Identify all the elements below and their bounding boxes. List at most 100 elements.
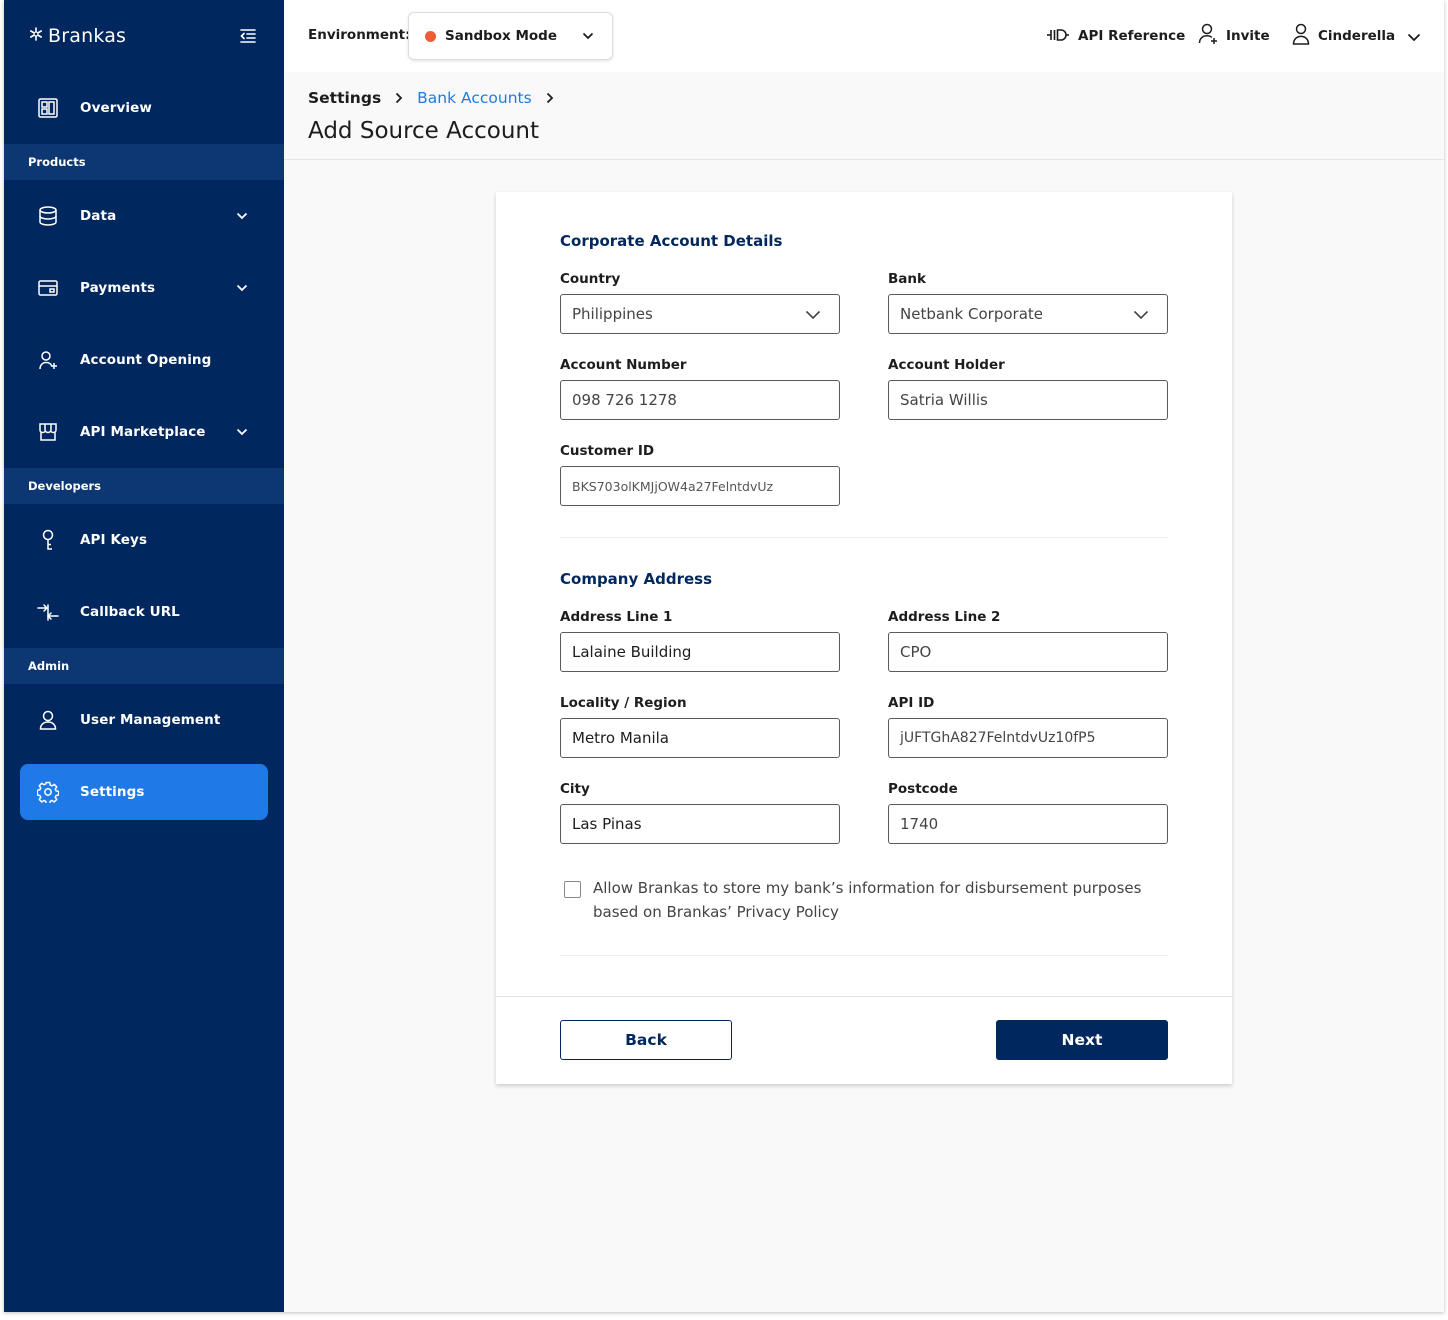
database-icon (36, 204, 60, 228)
chevron-down-icon (230, 204, 254, 228)
gear-icon (36, 780, 60, 804)
dashboard-icon (36, 96, 60, 120)
chevron-right-icon (389, 88, 409, 108)
sidebar-item-label: Overview (80, 100, 152, 116)
callback-arrows-icon (36, 600, 60, 624)
api-id-label: API ID (888, 695, 935, 711)
sidebar-item-label: Payments (80, 280, 156, 296)
storefront-icon (36, 420, 60, 444)
bank-label: Bank (888, 271, 926, 287)
footer-divider (496, 996, 1232, 997)
consent-row: Allow Brankas to store my bank’s informa… (560, 879, 1168, 924)
customer-id-field[interactable]: BKS703olKMJjOW4a27FelntdvUz (560, 466, 840, 506)
form-end-divider (560, 955, 1168, 956)
sidebar-item-label: API Marketplace (80, 424, 206, 440)
section-header-developers: Developers (4, 468, 284, 504)
country-select[interactable]: Philippines (560, 294, 840, 334)
breadcrumb-bank-accounts[interactable]: Bank Accounts (417, 89, 532, 107)
user-icon (36, 708, 60, 732)
chevron-down-icon (803, 305, 823, 325)
invite-link[interactable]: Invite (1198, 23, 1270, 49)
sidebar-item-callback-url[interactable]: Callback URL (20, 584, 268, 640)
sidebar-item-data[interactable]: Data (20, 188, 268, 244)
collapse-sidebar-button[interactable] (236, 24, 260, 48)
country-value: Philippines (572, 305, 653, 323)
sidebar-item-label: Data (80, 208, 117, 224)
sidebar-item-user-management[interactable]: User Management (20, 692, 268, 748)
api-reference-link[interactable]: API Reference (1046, 24, 1185, 48)
sidebar: Brankas Overview Products Data Payments … (4, 0, 284, 1312)
bank-select[interactable]: Netbank Corporate (888, 294, 1168, 334)
postcode-field[interactable]: 1740 (888, 804, 1168, 844)
add-user-icon (36, 348, 60, 372)
city-field[interactable]: Las Pinas (560, 804, 840, 844)
chevron-down-icon (1131, 305, 1151, 325)
sidebar-item-label: Callback URL (80, 604, 180, 620)
chevron-down-icon (1407, 27, 1421, 46)
api-id-field[interactable]: jUFTGhA827FelntdvUz10fP5 (888, 718, 1168, 758)
address-line-1-field[interactable]: Lalaine Building (560, 632, 840, 672)
sidebar-item-api-marketplace[interactable]: API Marketplace (20, 404, 268, 460)
consent-text: Allow Brankas to store my bank’s informa… (593, 879, 1142, 921)
corporate-account-section-title: Corporate Account Details (560, 232, 783, 250)
brand-logo[interactable]: Brankas (28, 22, 126, 50)
sidebar-item-account-opening[interactable]: Account Opening (20, 332, 268, 388)
sidebar-item-overview[interactable]: Overview (20, 80, 268, 136)
account-number-field[interactable]: 098 726 1278 (560, 380, 840, 420)
company-address-section-title: Company Address (560, 570, 712, 588)
customer-id-label: Customer ID (560, 443, 655, 459)
chevron-right-icon (540, 88, 560, 108)
source-account-form-card: Corporate Account Details Country Philip… (496, 192, 1232, 1084)
brankas-logo-icon (28, 26, 44, 46)
address-line-2-field[interactable]: CPO (888, 632, 1168, 672)
chevron-down-icon (230, 420, 254, 444)
api-reference-label: API Reference (1078, 28, 1186, 44)
chevron-down-icon (230, 276, 254, 300)
sidebar-item-label: User Management (80, 712, 221, 728)
locality-label: Locality / Region (560, 695, 687, 711)
account-holder-field[interactable]: Satria Willis (888, 380, 1168, 420)
sidebar-item-label: Settings (80, 784, 145, 800)
user-menu[interactable]: Cinderella (1292, 23, 1421, 49)
user-name: Cinderella (1318, 28, 1396, 44)
user-icon (1292, 23, 1310, 49)
next-button[interactable]: Next (996, 1020, 1168, 1060)
section-header-products: Products (4, 144, 284, 180)
account-holder-label: Account Holder (888, 357, 1005, 373)
bank-value: Netbank Corporate (900, 305, 1043, 323)
top-bar: Environment: Sandbox Mode API Reference … (284, 0, 1444, 72)
breadcrumb: Settings Bank Accounts (308, 88, 560, 108)
environment-label: Environment: (308, 27, 411, 43)
brand-name: Brankas (48, 25, 127, 47)
account-number-label: Account Number (560, 357, 687, 373)
address-line-2-label: Address Line 2 (888, 609, 1001, 625)
sidebar-item-label: API Keys (80, 532, 148, 548)
sidebar-item-payments[interactable]: Payments (20, 260, 268, 316)
add-user-icon (1198, 23, 1218, 49)
address-line-1-label: Address Line 1 (560, 609, 673, 625)
sidebar-item-api-keys[interactable]: API Keys (20, 512, 268, 568)
wallet-icon (36, 276, 60, 300)
locality-field[interactable]: Metro Manila (560, 718, 840, 758)
key-icon (36, 528, 60, 552)
api-plug-icon (1046, 27, 1070, 46)
menu-collapse-icon (240, 29, 256, 43)
page-title: Add Source Account (308, 118, 540, 144)
sidebar-item-settings[interactable]: Settings (20, 764, 268, 820)
city-label: City (560, 781, 590, 797)
consent-checkbox[interactable] (564, 881, 581, 898)
sidebar-item-label: Account Opening (80, 352, 212, 368)
environment-value: Sandbox Mode (445, 28, 557, 44)
environment-status-dot (425, 30, 436, 42)
postcode-label: Postcode (888, 781, 958, 797)
page-header: Settings Bank Accounts Add Source Accoun… (284, 72, 1444, 160)
back-button[interactable]: Back (560, 1020, 732, 1060)
invite-label: Invite (1226, 28, 1270, 44)
section-header-admin: Admin (4, 648, 284, 684)
chevron-down-icon (578, 26, 598, 46)
breadcrumb-settings[interactable]: Settings (308, 89, 381, 107)
country-label: Country (560, 271, 621, 287)
environment-select[interactable]: Sandbox Mode (408, 12, 613, 60)
section-divider (560, 537, 1168, 538)
app-window: Brankas Overview Products Data Payments … (4, 0, 1444, 1312)
